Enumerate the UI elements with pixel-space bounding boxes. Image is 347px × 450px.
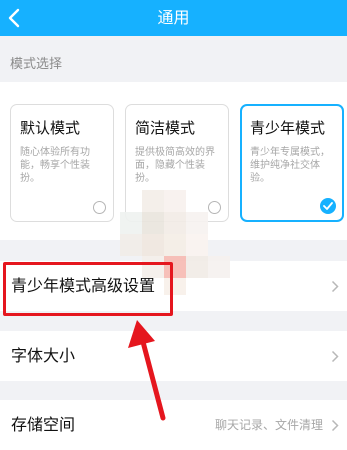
annotation-arrow-icon	[128, 320, 166, 421]
title-bar: 通用	[0, 0, 347, 36]
radio-checked-icon[interactable]	[320, 198, 336, 214]
mode-card-teen[interactable]: 青少年模式 青少年专属模式，维护纯净社交体验。	[240, 104, 344, 222]
mode-card-description: 随心体验所有功能，畅享个性装扮。	[20, 147, 90, 184]
mode-section-label: 模式选择	[10, 57, 63, 72]
mode-card-description: 提供极简高效的界面，隐藏个性装扮。	[135, 147, 215, 184]
mode-card-title: 默认模式	[20, 119, 81, 137]
row-label: 存储空间	[11, 415, 76, 434]
mode-card-title: 简洁模式	[135, 119, 196, 137]
chevron-right-icon	[331, 280, 339, 293]
chevron-right-icon	[331, 350, 339, 363]
radio-unchecked-icon[interactable]	[93, 201, 106, 214]
row-label: 字体大小	[11, 346, 76, 365]
mode-card-description: 青少年专属模式，维护纯净社交体验。	[250, 147, 330, 184]
mode-card-title: 青少年模式	[250, 119, 326, 137]
mode-card-default[interactable]: 默认模式 随心体验所有功能，畅享个性装扮。	[10, 104, 114, 222]
page-title: 通用	[157, 8, 190, 27]
annotation-highlight-box	[3, 262, 173, 316]
chevron-right-icon	[331, 419, 339, 432]
row-value: 聊天记录、文件清理	[214, 418, 323, 432]
